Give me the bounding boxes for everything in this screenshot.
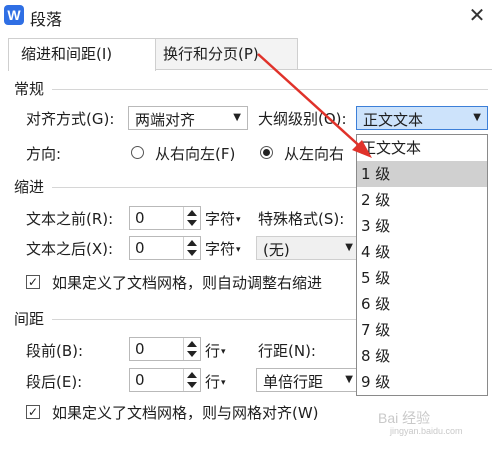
outline-option-body-text[interactable]: 正文文本: [357, 135, 487, 161]
indent-after-label: 文本之后(X):: [26, 240, 114, 258]
outline-option-level-5[interactable]: 5 级: [357, 265, 487, 291]
outline-option-level-4[interactable]: 4 级: [357, 239, 487, 265]
direction-rtl-label[interactable]: 从右向左(F): [155, 143, 235, 164]
general-heading: 常规: [14, 80, 45, 98]
stepper-buttons[interactable]: [183, 237, 200, 259]
spacing-before-stepper[interactable]: 0: [129, 337, 201, 361]
stepper-down-icon[interactable]: [187, 250, 197, 256]
auto-adjust-indent-checkbox[interactable]: ✓: [26, 275, 40, 289]
direction-ltr-radio[interactable]: [260, 146, 273, 159]
stepper-buttons[interactable]: [183, 338, 200, 360]
outline-option-level-2[interactable]: 2 级: [357, 187, 487, 213]
line-spacing-value: 单倍行距: [263, 373, 324, 391]
unit-caret-icon: ▾: [221, 347, 226, 357]
stepper-down-icon[interactable]: [187, 351, 197, 357]
spacing-before-unit[interactable]: 行▾: [205, 340, 226, 361]
direction-ltr-label[interactable]: 从左向右: [284, 143, 344, 164]
special-format-select[interactable]: (无) ▼: [256, 236, 360, 260]
special-format-value: (无): [263, 241, 290, 259]
stepper-up-icon[interactable]: [187, 372, 197, 378]
indent-before-value: 0: [135, 209, 145, 227]
stepper-up-icon[interactable]: [187, 341, 197, 347]
spacing-heading: 间距: [14, 310, 45, 328]
spacing-divider: [52, 319, 356, 320]
alignment-label: 对齐方式(G):: [26, 110, 115, 128]
snap-to-grid-label[interactable]: 如果定义了文档网格，则与网格对齐(W): [52, 402, 319, 423]
stepper-up-icon[interactable]: [187, 210, 197, 216]
wps-writer-icon: W: [4, 5, 24, 25]
alignment-value: 两端对齐: [135, 111, 196, 129]
outline-option-level-7[interactable]: 7 级: [357, 317, 487, 343]
indent-after-stepper[interactable]: 0: [129, 236, 201, 260]
indent-after-unit[interactable]: 字符▾: [205, 238, 241, 259]
unit-caret-icon: ▾: [221, 378, 226, 388]
indent-before-label: 文本之前(R):: [26, 210, 114, 228]
spacing-after-unit[interactable]: 行▾: [205, 371, 226, 392]
outline-level-label: 大纲级别(O):: [258, 110, 347, 128]
watermark: Bai 经验 jingyan.baidu.com: [378, 408, 463, 436]
indent-before-stepper[interactable]: 0: [129, 206, 201, 230]
paragraph-dialog: W 段落 ✕ 缩进和间距(I) 换行和分页(P) 常规 对齐方式(G): 两端对…: [0, 0, 500, 453]
alignment-select[interactable]: 两端对齐 ▼: [128, 106, 248, 130]
title-bar: W 段落 ✕: [0, 0, 500, 32]
direction-rtl-radio[interactable]: [131, 146, 144, 159]
close-button[interactable]: ✕: [464, 2, 490, 28]
snap-to-grid-checkbox[interactable]: ✓: [26, 405, 40, 419]
indent-before-unit[interactable]: 字符▾: [205, 208, 241, 229]
outline-option-level-6[interactable]: 6 级: [357, 291, 487, 317]
stepper-buttons[interactable]: [183, 369, 200, 391]
chevron-down-icon: ▼: [345, 374, 353, 385]
direction-label: 方向:: [26, 145, 62, 163]
line-spacing-select[interactable]: 单倍行距 ▼: [256, 368, 360, 392]
stepper-up-icon[interactable]: [187, 240, 197, 246]
indent-after-value: 0: [135, 239, 145, 257]
dialog-title: 段落: [30, 10, 63, 29]
stepper-down-icon[interactable]: [187, 382, 197, 388]
spacing-before-value: 0: [135, 340, 145, 358]
outline-level-value: 正文文本: [363, 111, 424, 129]
stepper-down-icon[interactable]: [187, 220, 197, 226]
outline-option-level-1[interactable]: 1 级: [357, 161, 487, 187]
general-divider: [52, 89, 488, 90]
watermark-text: Bai 经验: [378, 410, 431, 426]
outline-level-select[interactable]: 正文文本 ▼: [356, 106, 488, 130]
unit-caret-icon: ▾: [236, 245, 241, 255]
auto-adjust-indent-label[interactable]: 如果定义了文档网格，则自动调整右缩进: [52, 272, 322, 293]
outline-level-dropdown: 正文文本 1 级 2 级 3 级 4 级 5 级 6 级 7 级 8 级 9 级: [356, 134, 488, 396]
chevron-down-icon: ▼: [233, 112, 241, 123]
outline-option-level-8[interactable]: 8 级: [357, 343, 487, 369]
outline-option-level-3[interactable]: 3 级: [357, 213, 487, 239]
outline-option-level-9[interactable]: 9 级: [357, 369, 487, 395]
spacing-after-stepper[interactable]: 0: [129, 368, 201, 392]
line-spacing-label: 行距(N):: [258, 342, 316, 360]
unit-caret-icon: ▾: [236, 215, 241, 225]
spacing-after-label: 段后(E):: [26, 373, 83, 391]
indent-heading: 缩进: [14, 178, 45, 196]
spacing-before-label: 段前(B):: [26, 342, 84, 360]
special-format-label: 特殊格式(S):: [258, 210, 345, 228]
stepper-buttons[interactable]: [183, 207, 200, 229]
tab-line-page-breaks[interactable]: 换行和分页(P): [150, 38, 298, 69]
watermark-subtext: jingyan.baidu.com: [390, 426, 463, 436]
chevron-down-icon: ▼: [473, 112, 481, 123]
chevron-down-icon: ▼: [345, 242, 353, 253]
spacing-after-value: 0: [135, 371, 145, 389]
indent-divider: [52, 187, 356, 188]
tab-indent-spacing[interactable]: 缩进和间距(I): [8, 38, 156, 71]
